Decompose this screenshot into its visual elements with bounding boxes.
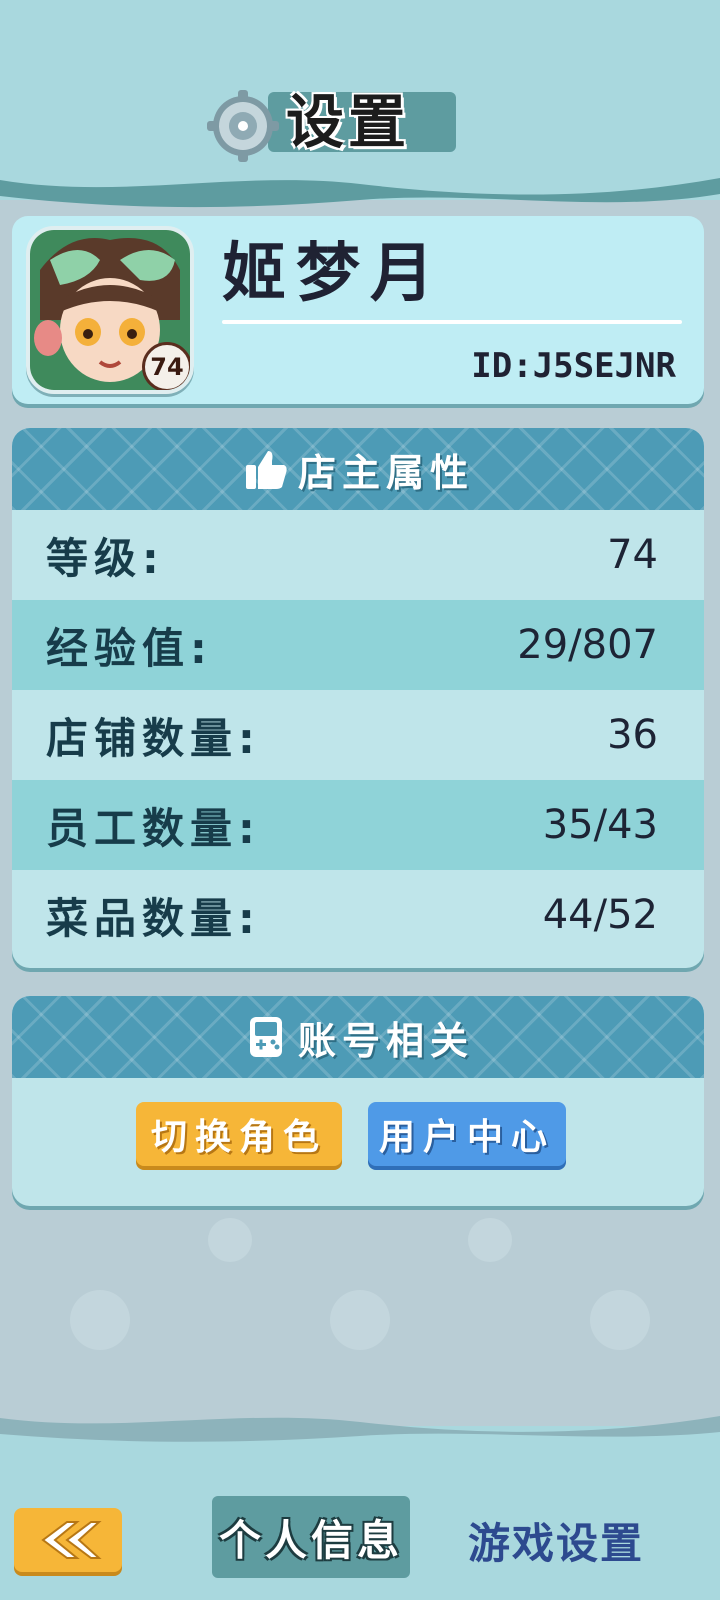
page-title: 设置 [286,88,411,156]
avatar[interactable]: 74 [26,226,194,394]
gamepad-icon [249,1017,282,1057]
avatar-level-badge: 74 [142,342,190,390]
attribute-row-dishes: 菜品数量: 44/52 [12,870,704,960]
attribute-row-shops: 店铺数量: 36 [12,690,704,780]
player-name: 姬梦月 [222,237,444,311]
tab-personal-info[interactable]: 个人信息 [212,1496,410,1578]
chevron-left-icon [41,1521,102,1559]
owner-attributes-panel: 店主属性 等级: 74 经验值: 29/807 店铺数量: 36 员工数量: 3… [12,428,704,968]
attribute-value: 35/43 [542,802,658,848]
attribute-value: 29/807 [517,622,658,668]
account-title: 账号相关 [297,1018,474,1063]
back-button[interactable] [14,1508,122,1572]
attribute-label: 经验值: [46,623,213,673]
account-buttons: 切换角色 用户中心 [12,1102,704,1172]
attribute-row-staff: 员工数量: 35/43 [12,780,704,870]
name-underline [222,320,682,324]
attribute-row-experience: 经验值: 29/807 [12,600,704,690]
attribute-row-level: 等级: 74 [12,510,704,600]
user-center-button[interactable]: 用户中心 [368,1102,566,1166]
attribute-value: 44/52 [542,892,658,938]
tab-game-settings[interactable]: 游戏设置 [456,1510,656,1570]
attribute-value: 36 [607,712,658,758]
account-header: 账号相关 [12,996,704,1078]
gear-icon [207,90,279,162]
owner-attributes-title: 店主属性 [297,450,474,495]
account-panel: 账号相关 切换角色 用户中心 [12,996,704,1206]
profile-card: 74 姬梦月 ID:J5SEJNR [12,216,704,404]
thumbs-up-icon [245,451,287,489]
header-wave [0,178,720,208]
player-id: ID:J5SEJNR [471,346,676,386]
owner-attributes-header: 店主属性 [12,428,704,510]
attribute-label: 等级: [46,533,165,583]
switch-role-button[interactable]: 切换角色 [136,1102,342,1166]
bottom-wave [0,1416,720,1442]
attribute-label: 店铺数量: [46,713,261,763]
attribute-label: 菜品数量: [46,893,261,943]
attribute-value: 74 [607,532,658,578]
attribute-label: 员工数量: [46,803,261,853]
